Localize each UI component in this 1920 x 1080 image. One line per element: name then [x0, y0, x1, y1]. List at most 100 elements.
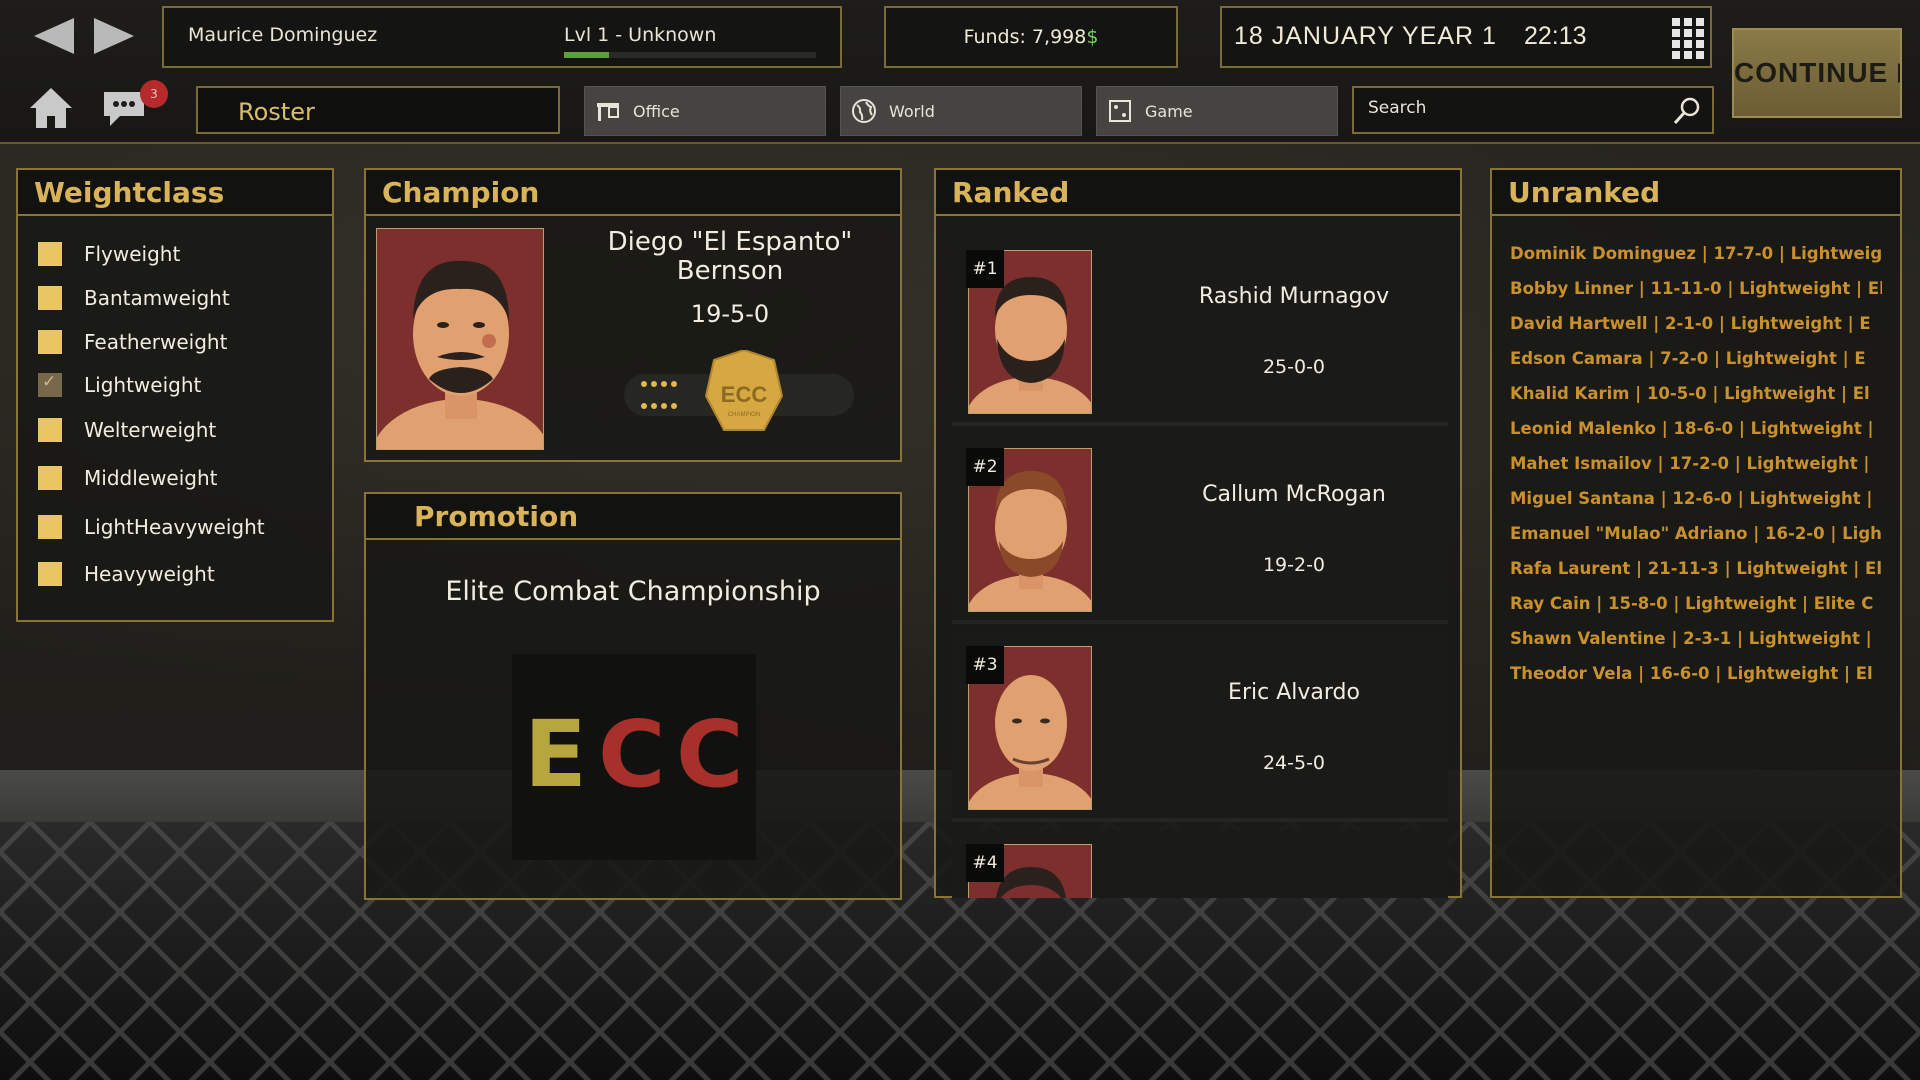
weightclass-label: Featherweight: [84, 330, 228, 354]
ranked-title: Ranked: [936, 170, 1460, 216]
unranked-fighter-item[interactable]: Emanuel "Mulao" Adriano | 16-2-0 | Ligh: [1510, 524, 1882, 559]
home-icon[interactable]: [28, 86, 74, 130]
fighter-name: Rashid Murnagov: [1198, 284, 1390, 309]
rank-badge: #4: [966, 844, 1004, 882]
fighter-name: Callum McRogan: [1202, 482, 1386, 507]
tab-office[interactable]: Office: [584, 86, 826, 136]
weightclass-option[interactable]: Featherweight: [38, 330, 227, 354]
championship-belt-icon: ECC CHAMPION: [624, 350, 854, 431]
promotion-title: Promotion: [366, 494, 900, 540]
date-time-box: 18 JANUARY YEAR 1 22:13: [1220, 6, 1712, 68]
unranked-fighter-item[interactable]: Khalid Karim | 10-5-0 | Lightweight | El: [1510, 384, 1882, 419]
play-arrow-icon: [1898, 63, 1900, 83]
weightclass-checkbox[interactable]: [38, 418, 62, 442]
ranked-card[interactable]: #2 Callum McRogan 19-2-0: [952, 434, 1448, 624]
unranked-fighter-item[interactable]: Rafa Laurent | 21-11-3 | Lightweight | E…: [1510, 559, 1882, 594]
fighter-portrait-image: [377, 260, 543, 449]
weightclass-option[interactable]: Welterweight: [38, 418, 216, 442]
weightclass-label: Middleweight: [84, 466, 218, 490]
unranked-fighter-item[interactable]: Edson Camara | 7-2-0 | Lightweight | E: [1510, 349, 1882, 384]
weightclass-option[interactable]: Heavyweight: [38, 562, 215, 586]
notification-badge: 3: [140, 80, 168, 108]
belt-subtext: CHAMPION: [728, 412, 760, 418]
weightclass-label: Heavyweight: [84, 562, 215, 586]
weightclass-label: Bantamweight: [84, 286, 230, 310]
ranked-list[interactable]: #1 Rashid Murnagov 25-0-0 #2 Callum McRo…: [936, 218, 1460, 898]
logo-letter-c: C: [598, 701, 666, 808]
unranked-fighter-item[interactable]: Dominik Dominguez | 17-7-0 | Lightweigl: [1510, 244, 1882, 279]
tab-game-label: Game: [1145, 101, 1193, 121]
currency-symbol: $: [1086, 26, 1099, 48]
weightclass-checkbox[interactable]: [38, 515, 62, 539]
search-icon[interactable]: [1672, 96, 1702, 126]
promotion-name[interactable]: Elite Combat Championship: [366, 576, 900, 607]
weightclass-panel: Weightclass Flyweight Bantamweight Feather…: [16, 168, 334, 622]
weightclass-checkbox[interactable]: [38, 562, 62, 586]
roster-title: Roster: [196, 86, 560, 134]
weightclass-option[interactable]: Bantamweight: [38, 286, 230, 310]
continue-label: CONTINUE: [1734, 57, 1889, 88]
weightclass-label: Welterweight: [84, 418, 217, 442]
weightclass-checkbox[interactable]: [38, 466, 62, 490]
ecc-logo-image: E C C: [524, 701, 744, 808]
weightclass-option[interactable]: LightHeavyweight: [38, 515, 265, 539]
fighter-name: Eric Alvardo: [1228, 680, 1360, 705]
weightclass-title: Weightclass: [18, 170, 332, 216]
player-name: Maurice Dominguez: [188, 24, 378, 46]
weightclass-checkbox[interactable]: [38, 286, 62, 310]
weightclass-checkbox[interactable]: [38, 330, 62, 354]
weightclass-label: Flyweight: [84, 242, 181, 266]
rank-badge: #3: [966, 646, 1004, 684]
tab-world[interactable]: World: [840, 86, 1082, 136]
tab-game[interactable]: Game: [1096, 86, 1338, 136]
unranked-title: Unranked: [1492, 170, 1900, 216]
globe-icon: [852, 99, 876, 123]
search-placeholder: Search: [1368, 98, 1427, 118]
fighter-record: 19-2-0: [1262, 554, 1326, 576]
weightclass-option[interactable]: Lightweight: [38, 372, 202, 397]
promotion-panel: Promotion Elite Combat Championship E C …: [364, 492, 902, 900]
game-time: 22:13: [1524, 22, 1587, 50]
ranked-panel: Ranked #1 Rashid Murnagov 25-0-0 #2 Call…: [934, 168, 1462, 898]
weightclass-label: LightHeavyweight: [84, 515, 265, 539]
champion-name[interactable]: Diego "El Espanto" Bernson: [590, 228, 870, 286]
xp-progress-fill: [564, 52, 610, 58]
champion-portrait[interactable]: [376, 228, 544, 450]
unranked-panel: Unranked Dominik Dominguez | 17-7-0 | Li…: [1490, 168, 1902, 898]
unranked-fighter-item[interactable]: Theodor Vela | 16-6-0 | Lightweight | El: [1510, 664, 1882, 699]
rank-badge: #1: [966, 250, 1004, 288]
logo-letter-e: E: [524, 701, 587, 808]
ranked-card[interactable]: #1 Rashid Murnagov 25-0-0: [952, 236, 1448, 426]
weightclass-checkbox[interactable]: [38, 242, 62, 266]
top-bar: Maurice Dominguez Lvl 1 - Unknown Funds:…: [0, 0, 1920, 144]
rank-badge: #2: [966, 448, 1004, 486]
unranked-list: Dominik Dominguez | 17-7-0 | Lightweigl B…: [1510, 244, 1882, 699]
weightclass-checkbox[interactable]: [38, 372, 62, 397]
office-icon: [597, 103, 619, 121]
ranked-card[interactable]: #4: [952, 830, 1448, 898]
unranked-fighter-item[interactable]: Leonid Malenko | 18-6-0 | Lightweight |: [1510, 419, 1882, 454]
weightclass-option[interactable]: Flyweight: [38, 242, 180, 266]
unranked-fighter-item[interactable]: Shawn Valentine | 2-3-1 | Lightweight |: [1510, 629, 1882, 664]
champion-record: 19-5-0: [690, 300, 770, 328]
champion-title: Champion: [366, 170, 900, 216]
player-level: Lvl 1 - Unknown: [564, 24, 717, 46]
promotion-logo[interactable]: E C C: [512, 654, 756, 860]
unranked-fighter-item[interactable]: Bobby Linner | 11-11-0 | Lightweight | E…: [1510, 279, 1882, 314]
continue-button[interactable]: CONTINUE: [1732, 28, 1902, 118]
unranked-fighter-item[interactable]: David Hartwell | 2-1-0 | Lightweight | E: [1510, 314, 1882, 349]
unranked-fighter-item[interactable]: Mahet Ismailov | 17-2-0 | Lightweight |: [1510, 454, 1882, 489]
unranked-fighter-item[interactable]: Ray Cain | 15-8-0 | Lightweight | Elite …: [1510, 594, 1882, 629]
belt-text: ECC: [721, 382, 768, 407]
dice-icon: [1109, 100, 1131, 122]
xp-progress-bar: [564, 52, 816, 58]
search-input[interactable]: Search: [1352, 86, 1714, 134]
ranked-card[interactable]: #3 Eric Alvardo 24-5-0: [952, 632, 1448, 822]
weightclass-label: Lightweight: [84, 373, 202, 397]
calendar-grid-icon[interactable]: [1672, 18, 1706, 60]
weightclass-option[interactable]: Middleweight: [38, 466, 218, 490]
unranked-fighter-item[interactable]: Miguel Santana | 12-6-0 | Lightweight |: [1510, 489, 1882, 524]
tab-world-label: World: [889, 101, 935, 121]
forward-arrow-icon[interactable]: [90, 14, 138, 58]
back-arrow-icon[interactable]: [30, 14, 78, 58]
